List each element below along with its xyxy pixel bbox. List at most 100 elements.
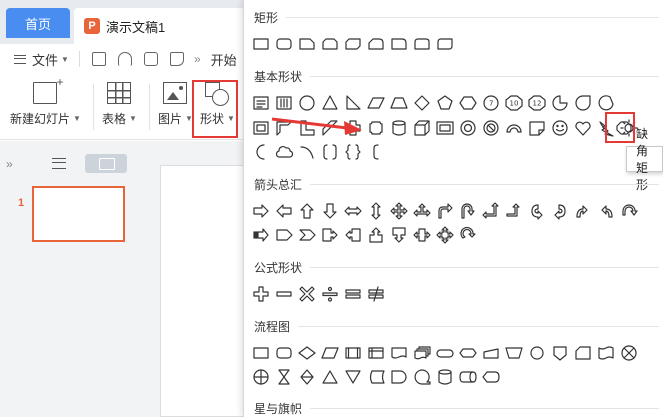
flowchart-sequential-storage[interactable] (410, 365, 433, 388)
shape-double-brace[interactable] (341, 140, 364, 163)
flowchart-multidocument[interactable] (410, 341, 433, 364)
flowchart-process[interactable] (249, 341, 272, 364)
flowchart-direct-access-storage[interactable] (456, 365, 479, 388)
save-icon[interactable] (91, 52, 106, 66)
shape-bevel[interactable] (433, 116, 456, 139)
shape-diagonal-stripe[interactable] (318, 116, 341, 139)
list-view-icon[interactable] (52, 158, 66, 169)
shape-right-triangle[interactable] (341, 91, 364, 114)
tab-home[interactable]: 首页 (6, 8, 70, 38)
shape-chord[interactable] (594, 91, 617, 114)
shape-teardrop[interactable] (571, 91, 594, 114)
shape-snip-single-corner[interactable] (295, 32, 318, 55)
shape-parallelogram[interactable] (364, 91, 387, 114)
flowchart-decision[interactable] (295, 341, 318, 364)
shape-moon[interactable] (249, 140, 272, 163)
shape-circular-arrow[interactable] (617, 199, 640, 222)
shape-round-same-side[interactable] (410, 32, 433, 55)
slide-canvas[interactable] (160, 165, 245, 417)
flowchart-punched-tape[interactable] (594, 341, 617, 364)
flowchart-predefined-process[interactable] (341, 341, 364, 364)
flowchart-alternate-process[interactable] (272, 341, 295, 364)
flowchart-display[interactable] (479, 365, 502, 388)
flowchart-delay[interactable] (387, 365, 410, 388)
shape-up-arrow[interactable] (295, 199, 318, 222)
table-button[interactable]: 表格 ▼ (102, 82, 137, 134)
flowchart-manual-input[interactable] (479, 341, 502, 364)
shape-left-right-up-arrow[interactable] (410, 199, 433, 222)
shape-decagon[interactable]: 10 (502, 91, 525, 114)
shape-round-diagonal[interactable] (433, 32, 456, 55)
print-icon[interactable] (143, 52, 158, 66)
flowchart-sort[interactable] (295, 365, 318, 388)
shape-bent-up-arrow[interactable] (502, 199, 525, 222)
shape-snip-same-side[interactable] (318, 32, 341, 55)
shape-vertical-text-box[interactable] (272, 91, 295, 114)
shape-curved-right-arrow[interactable] (525, 199, 548, 222)
shape-rounded-rectangle[interactable] (272, 32, 295, 55)
shape-hexagon[interactable] (456, 91, 479, 114)
flowchart-preparation[interactable] (456, 341, 479, 364)
shape-left-up-arrow[interactable] (479, 199, 502, 222)
shape-up-down-arrow[interactable] (364, 199, 387, 222)
shape-octagon-snip-rectangle[interactable] (612, 116, 635, 139)
more-icon[interactable]: » (194, 52, 201, 66)
shape-down-arrow[interactable] (318, 199, 341, 222)
shape-divide[interactable] (318, 282, 341, 305)
flowchart-stored-data[interactable] (364, 365, 387, 388)
flowchart-summing-junction[interactable] (617, 341, 640, 364)
tab-start[interactable]: 开始 (211, 50, 237, 69)
shape-smiley-face[interactable] (548, 116, 571, 139)
shape-plus[interactable] (249, 282, 272, 305)
flowchart-document[interactable] (387, 341, 410, 364)
collapse-icon[interactable]: » (6, 157, 13, 171)
shape-right-arrow[interactable] (249, 199, 272, 222)
shape-cloud[interactable] (272, 140, 295, 163)
shape-snip-round-corner[interactable] (364, 32, 387, 55)
flowchart-terminator[interactable] (433, 341, 456, 364)
shape-left-arrow-callout[interactable] (341, 223, 364, 246)
shape-snip-diagonal[interactable] (341, 32, 364, 55)
flowchart-or[interactable] (249, 365, 272, 388)
shape-cube[interactable] (410, 116, 433, 139)
shape-oval[interactable] (295, 91, 318, 114)
shape-block-arc[interactable] (502, 116, 525, 139)
shape-cross[interactable] (341, 116, 364, 139)
shape-arc[interactable] (295, 140, 318, 163)
shape-plaque[interactable] (364, 116, 387, 139)
shape-left-bracket[interactable] (364, 140, 387, 163)
shape-left-right-arrow[interactable] (341, 199, 364, 222)
flowchart-collate[interactable] (272, 365, 295, 388)
flowchart-card[interactable] (571, 341, 594, 364)
shape-curved-left-arrow[interactable] (548, 199, 571, 222)
shape-curved-up-arrow[interactable] (571, 199, 594, 222)
shape-rectangle[interactable] (249, 32, 272, 55)
tab-document[interactable]: P 演示文稿1 (74, 8, 245, 44)
shape-l-shape[interactable] (295, 116, 318, 139)
shape-quad-arrow-callout[interactable] (433, 223, 456, 246)
shape-can[interactable] (387, 116, 410, 139)
shape-pentagon-arrow[interactable] (272, 223, 295, 246)
undo-icon[interactable] (117, 52, 132, 66)
shape-minus[interactable] (272, 282, 295, 305)
shape-frame[interactable] (249, 116, 272, 139)
shape-striped-right-arrow[interactable] (249, 223, 272, 246)
shape-left-arrow[interactable] (272, 199, 295, 222)
shape-trapezoid[interactable] (387, 91, 410, 114)
new-slide-button[interactable]: 新建幻灯片▼ (10, 75, 81, 134)
shape-round-single-corner[interactable] (387, 32, 410, 55)
slide-thumbnail[interactable] (32, 186, 125, 242)
shape-heptagon[interactable]: 7 (479, 91, 502, 114)
flowchart-off-page-connector[interactable] (548, 341, 571, 364)
shape-circular-arrow-2[interactable] (456, 223, 479, 246)
flowchart-data[interactable] (318, 341, 341, 364)
shape-quad-arrow[interactable] (387, 199, 410, 222)
shape-triangle[interactable] (318, 91, 341, 114)
flowchart-manual-operation[interactable] (502, 341, 525, 364)
shape-down-arrow-callout[interactable] (387, 223, 410, 246)
shape-pie[interactable] (548, 91, 571, 114)
file-menu[interactable]: 文件 ▼ (0, 50, 69, 69)
shape-curved-down-arrow[interactable] (594, 199, 617, 222)
flowchart-magnetic-disk[interactable] (433, 365, 456, 388)
shape-no-symbol[interactable] (479, 116, 502, 139)
